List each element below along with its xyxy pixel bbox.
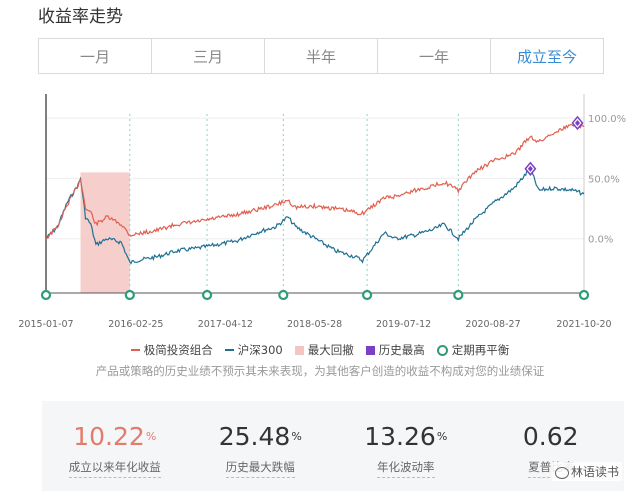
rebalance-marker [124, 289, 135, 301]
legend-high-label: 历史最高 [378, 343, 425, 357]
legend-rebalance[interactable]: 定期再平衡 [436, 342, 510, 358]
x-tick-label: 2021-10-20 [556, 319, 611, 330]
portfolio-swatch [130, 349, 140, 351]
wechat-icon [554, 466, 569, 479]
tab-one-year[interactable]: 一年 [378, 39, 491, 73]
tab-half-year[interactable]: 半年 [265, 39, 378, 73]
high-swatch [365, 345, 375, 355]
legend-benchmark[interactable]: 沪深300 [224, 342, 283, 358]
rebalance-swatch [436, 344, 448, 356]
stat-sharpe-value: 0.62 [522, 422, 579, 451]
legend-drawdown[interactable]: 最大回撤 [294, 342, 354, 358]
legend-portfolio-label: 极简投资组合 [143, 343, 213, 357]
rebalance-marker [201, 289, 213, 301]
page-title: 收益率走势 [38, 7, 123, 27]
stats-panel: 10.22% 成立以来年化收益 25.48% 历史最大跌幅 13.26% 年化波… [42, 401, 624, 491]
benchmark-swatch [224, 349, 234, 351]
stat-volatility-value: 13.26% [364, 422, 448, 451]
drawdown-swatch [294, 345, 304, 355]
x-tick-label: 2020-08-27 [465, 319, 520, 330]
stat-annual-return-value: 10.22% [73, 422, 157, 451]
legend-high[interactable]: 历史最高 [365, 342, 425, 358]
stat-annual-return: 10.22% 成立以来年化收益 [42, 401, 188, 491]
tab-three-months[interactable]: 三月 [152, 39, 265, 73]
rebalance-marker [362, 289, 373, 301]
legend-drawdown-label: 最大回撤 [307, 343, 354, 357]
legend-benchmark-label: 沪深300 [237, 343, 283, 357]
drawdown-area [80, 172, 130, 293]
rebalance-marker [278, 289, 289, 301]
rebalance-marker [453, 289, 464, 301]
x-tick-label: 2019-07-12 [376, 319, 431, 330]
disclaimer-text: 产品或策略的历史业绩不预示其未来表现，为其他客户创造的收益不构成对您的业绩保证 [95, 364, 545, 378]
x-tick-label: 2017-04-12 [198, 319, 253, 330]
watermark-text: 林语读书 [570, 465, 619, 479]
y-tick-label: 50.0% [588, 174, 620, 185]
stat-volatility: 13.26% 年化波动率 [333, 401, 479, 491]
stat-max-drawdown: 25.48% 历史最大跌幅 [188, 401, 334, 491]
rebalance-marker [578, 289, 590, 301]
chart-legend: 极简投资组合 沪深300 最大回撤 历史最高 定期再平衡 [0, 342, 640, 358]
x-tick-label: 2018-05-28 [287, 319, 342, 330]
x-tick-label: 2015-01-07 [18, 319, 73, 330]
y-tick-label: 100.0% [588, 114, 626, 125]
stat-max-drawdown-label[interactable]: 历史最大跌幅 [225, 459, 295, 478]
stat-volatility-label[interactable]: 年化波动率 [377, 459, 435, 478]
rebalance-marker [40, 289, 52, 301]
period-tabs: 一月 三月 半年 一年 成立至今 [38, 38, 604, 74]
x-tick-label: 2016-02-25 [108, 319, 163, 330]
stat-annual-return-label[interactable]: 成立以来年化收益 [68, 459, 161, 478]
tab-one-month[interactable]: 一月 [39, 39, 152, 73]
watermark: 林语读书 [551, 462, 622, 481]
legend-rebalance-label: 定期再平衡 [451, 343, 510, 357]
tab-since-inception[interactable]: 成立至今 [491, 39, 603, 73]
y-tick-label: 0.0% [588, 235, 613, 246]
return-chart: 100.0% 50.0% 0.0% 2015-01-07 2016-02-25 2017-… [18, 94, 626, 330]
legend-portfolio[interactable]: 极简投资组合 [130, 342, 213, 358]
stat-max-drawdown-value: 25.48% [218, 422, 302, 451]
